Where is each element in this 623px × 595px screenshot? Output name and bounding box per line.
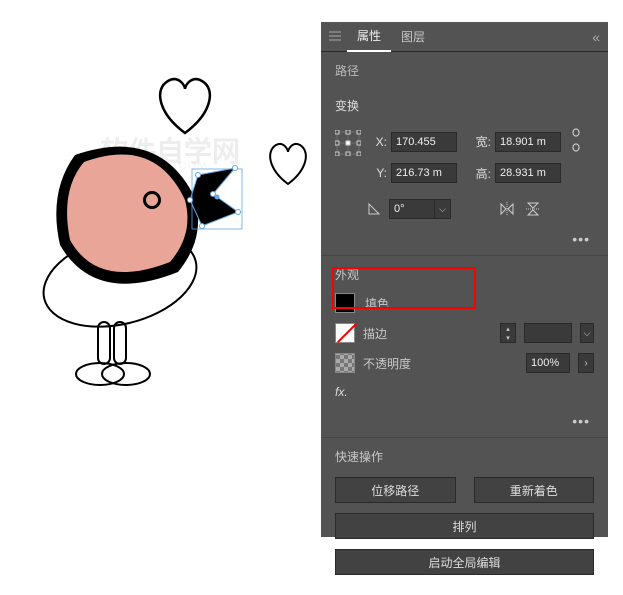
quick-title: 快速操作 bbox=[335, 448, 594, 465]
offset-path-button[interactable]: 位移路径 bbox=[335, 477, 456, 503]
width-input[interactable] bbox=[495, 132, 561, 152]
fill-label: 填色 bbox=[365, 295, 389, 312]
transform-section: X: 宽: Y: 高: bbox=[321, 122, 608, 199]
canvas-area[interactable]: 软件自学网 WWW.RJZXW.COM bbox=[0, 0, 320, 569]
flip-horizontal-button[interactable] bbox=[497, 200, 517, 218]
stroke-label: 描边 bbox=[363, 325, 387, 342]
h-label: 高: bbox=[473, 165, 491, 182]
global-edit-button[interactable]: 启动全局编辑 bbox=[335, 549, 594, 575]
y-input[interactable] bbox=[391, 163, 457, 183]
opacity-label: 不透明度 bbox=[363, 355, 411, 372]
opacity-input[interactable]: 100% bbox=[526, 353, 570, 373]
stroke-weight-input[interactable] bbox=[524, 323, 572, 343]
tab-layers[interactable]: 图层 bbox=[391, 22, 435, 51]
bird-illustration[interactable] bbox=[30, 130, 260, 420]
opacity-swatch[interactable] bbox=[335, 353, 355, 373]
transform-title: 变换 bbox=[321, 89, 608, 122]
fill-swatch[interactable] bbox=[335, 293, 355, 313]
stroke-weight-stepper[interactable]: ▴▾ bbox=[500, 323, 516, 343]
path-label: 路径 bbox=[321, 52, 608, 89]
appearance-title: 外观 bbox=[335, 266, 594, 283]
stroke-swatch[interactable] bbox=[335, 323, 355, 343]
stroke-weight-dropdown[interactable]: ⌵ bbox=[580, 323, 594, 343]
opacity-expand-button[interactable]: › bbox=[578, 353, 594, 373]
properties-panel: 属性 图层 « 路径 变换 bbox=[321, 22, 608, 537]
recolor-button[interactable]: 重新着色 bbox=[474, 477, 595, 503]
arrange-button[interactable]: 排列 bbox=[335, 513, 594, 539]
angle-input[interactable] bbox=[389, 199, 435, 219]
heart-shape-2[interactable] bbox=[263, 140, 313, 190]
more-options-icon[interactable]: ••• bbox=[321, 227, 608, 255]
height-input[interactable] bbox=[495, 163, 561, 183]
fx-label[interactable]: fx. bbox=[335, 383, 594, 403]
w-label: 宽: bbox=[473, 133, 491, 150]
panel-collapse-icon[interactable]: « bbox=[592, 29, 600, 45]
panel-menu-icon[interactable] bbox=[329, 30, 341, 44]
flip-vertical-button[interactable] bbox=[523, 200, 543, 218]
link-dimensions-icon[interactable] bbox=[569, 126, 583, 157]
appearance-more-icon[interactable]: ••• bbox=[321, 409, 608, 437]
reference-point-grid[interactable] bbox=[335, 130, 361, 156]
x-label: X: bbox=[369, 135, 387, 149]
quick-actions-section: 快速操作 位移路径 重新着色 排列 启动全局编辑 bbox=[321, 438, 608, 595]
panel-header: 属性 图层 « bbox=[321, 22, 608, 52]
x-input[interactable] bbox=[391, 132, 457, 152]
tab-properties[interactable]: 属性 bbox=[347, 21, 391, 52]
appearance-section: 外观 填色 描边 ▴▾ ⌵ 不透明度 100% › fx. bbox=[321, 256, 608, 409]
angle-icon bbox=[367, 200, 383, 219]
angle-dropdown[interactable]: ⌵ bbox=[435, 199, 451, 219]
angle-row: ⌵ bbox=[321, 199, 608, 227]
y-label: Y: bbox=[369, 166, 387, 180]
